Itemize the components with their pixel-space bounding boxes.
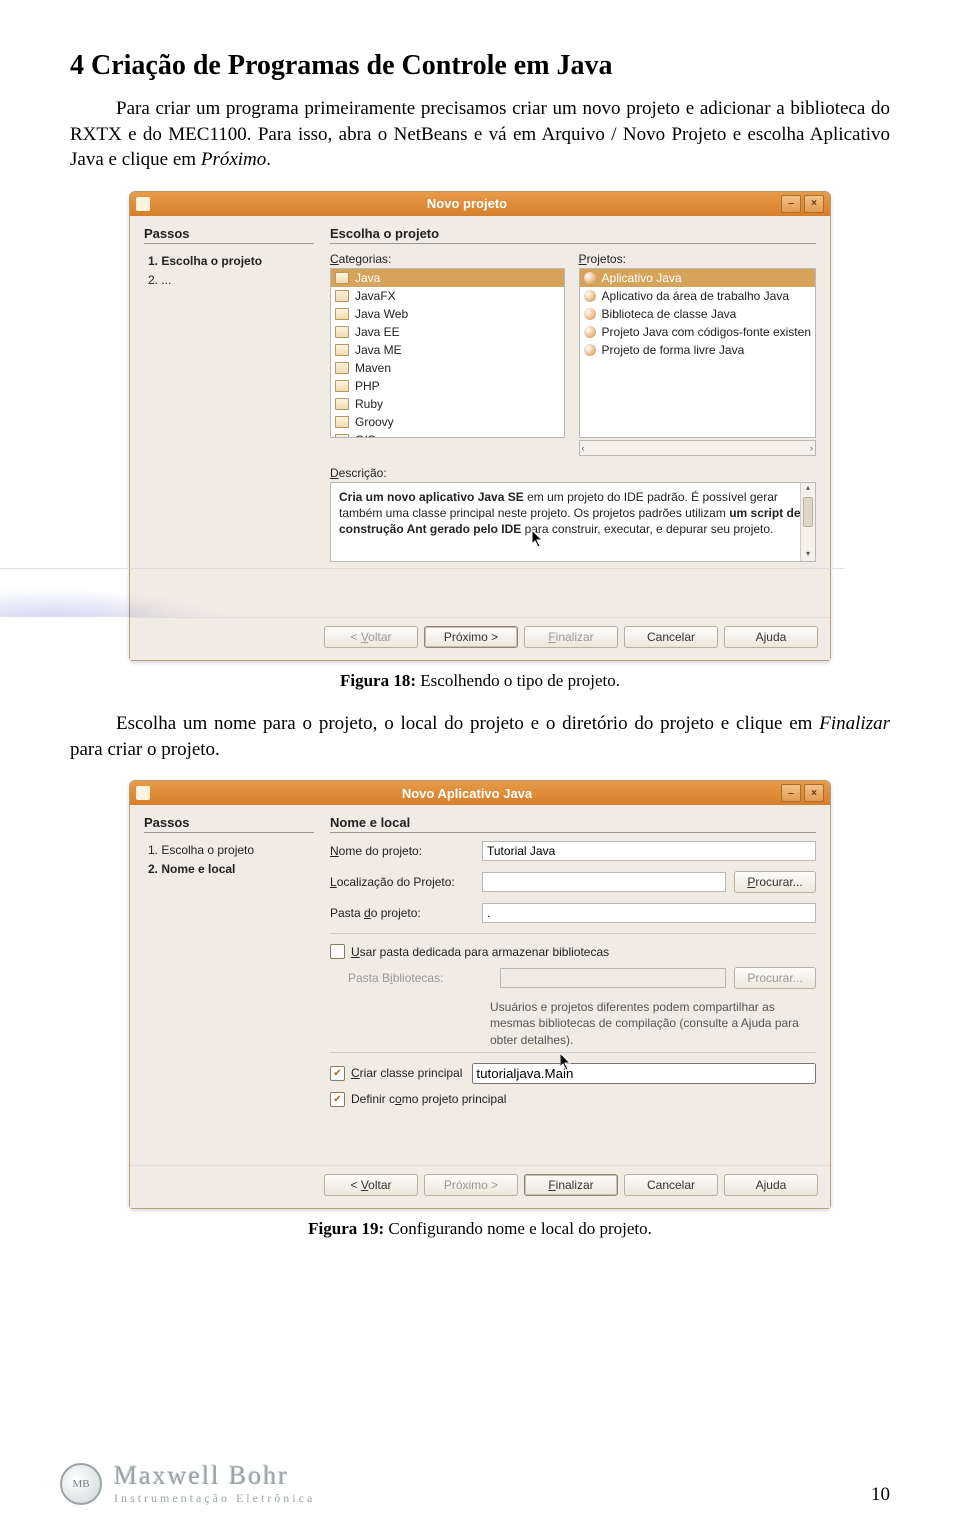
project-location-label: Localização do Projeto: bbox=[330, 875, 474, 889]
folder-icon bbox=[335, 434, 349, 438]
create-main-label: Criar classe principal bbox=[351, 1066, 462, 1080]
titlebar[interactable]: Novo projeto – × bbox=[130, 192, 830, 216]
content-heading: Escolha o projeto bbox=[330, 226, 816, 244]
titlebar[interactable]: Novo Aplicativo Java – × bbox=[130, 781, 830, 805]
set-main-project-checkbox[interactable] bbox=[330, 1092, 345, 1107]
brand-subtitle: Instrumentação Eletrônica bbox=[114, 1491, 315, 1506]
new-project-dialog: Novo projeto – × Passos 1. Escolha o pro… bbox=[129, 191, 831, 661]
folder-icon bbox=[335, 308, 349, 320]
browse-button-disabled: Procurar... bbox=[734, 967, 816, 989]
project-folder-input[interactable] bbox=[482, 903, 816, 923]
project-folder-label: Pasta do projeto: bbox=[330, 906, 474, 920]
list-item: Java ME bbox=[331, 341, 564, 359]
project-name-label: Nome do projeto: bbox=[330, 844, 474, 858]
separator bbox=[330, 933, 816, 934]
steps-list: 1. Escolha o projeto 2. ... bbox=[144, 252, 314, 290]
folder-icon bbox=[335, 416, 349, 428]
brand-name: Maxwell Bohr bbox=[114, 1461, 315, 1491]
list-item: Aplicativo da área de trabalho Java bbox=[580, 287, 815, 305]
java-icon bbox=[584, 272, 596, 284]
finish-button[interactable]: Finalizar bbox=[524, 1174, 618, 1196]
minimize-icon[interactable]: – bbox=[781, 784, 801, 802]
browse-button[interactable]: Procurar... bbox=[734, 871, 816, 893]
help-button[interactable]: Ajuda bbox=[724, 626, 818, 648]
new-application-dialog: Novo Aplicativo Java – × Passos 1. Escol… bbox=[129, 780, 831, 1209]
projects-list[interactable]: Aplicativo Java Aplicativo da área de tr… bbox=[579, 268, 816, 438]
list-item: Maven bbox=[331, 359, 564, 377]
section-heading: 4 Criação de Programas de Controle em Ja… bbox=[70, 50, 890, 82]
figure-caption-19: Figura 19: Configurando nome e local do … bbox=[70, 1219, 890, 1239]
categories-list[interactable]: Java JavaFX Java Web Java EE Java ME Mav… bbox=[330, 268, 565, 438]
horizontal-scrollbar[interactable]: ‹› bbox=[579, 440, 816, 456]
description-text: Cria um novo aplicativo Java SE em um pr… bbox=[330, 482, 816, 562]
intro-paragraph-2: Escolha um nome para o projeto, o local … bbox=[70, 711, 890, 762]
decorative-wave bbox=[0, 568, 844, 617]
steps-list: 1. Escolha o projeto 2. Nome e local bbox=[144, 841, 314, 879]
folder-icon bbox=[335, 326, 349, 338]
next-button: Próximo > bbox=[424, 1174, 518, 1196]
list-item: Java EE bbox=[331, 323, 564, 341]
project-location-input[interactable] bbox=[482, 872, 726, 892]
list-item: Projeto Java com códigos-fonte existen bbox=[580, 323, 815, 341]
folder-icon bbox=[335, 344, 349, 356]
java-icon bbox=[584, 344, 596, 356]
folder-icon bbox=[335, 362, 349, 374]
finish-button: Finalizar bbox=[524, 626, 618, 648]
folder-icon bbox=[335, 290, 349, 302]
back-button: < Voltar bbox=[324, 626, 418, 648]
vertical-scrollbar[interactable]: ▴ ▾ bbox=[800, 483, 815, 561]
steps-heading: Passos bbox=[144, 815, 314, 833]
create-main-checkbox[interactable] bbox=[330, 1066, 345, 1081]
close-icon[interactable]: × bbox=[804, 195, 824, 213]
lib-note: Usuários e projetos diferentes podem com… bbox=[490, 999, 816, 1048]
window-title: Novo projeto bbox=[156, 196, 778, 211]
list-item: Biblioteca de classe Java bbox=[580, 305, 815, 323]
window-title: Novo Aplicativo Java bbox=[156, 786, 778, 801]
dedicated-folder-checkbox[interactable] bbox=[330, 944, 345, 959]
project-name-input[interactable] bbox=[482, 841, 816, 861]
steps-heading: Passos bbox=[144, 226, 314, 244]
main-class-input[interactable] bbox=[472, 1063, 816, 1084]
list-item: JavaFX bbox=[331, 287, 564, 305]
folder-icon bbox=[335, 398, 349, 410]
folder-icon bbox=[335, 272, 349, 284]
dedicated-folder-label: Usar pasta dedicada para armazenar bibli… bbox=[351, 945, 609, 959]
minimize-icon[interactable]: – bbox=[781, 195, 801, 213]
brand-badge-icon: MB bbox=[60, 1463, 102, 1505]
cancel-button[interactable]: Cancelar bbox=[624, 626, 718, 648]
intro-paragraph-1: Para criar um programa primeiramente pre… bbox=[70, 96, 890, 173]
java-icon bbox=[584, 308, 596, 320]
app-icon bbox=[136, 786, 150, 800]
lib-folder-input bbox=[500, 968, 726, 988]
java-icon bbox=[584, 290, 596, 302]
description-label: Descrição: bbox=[330, 466, 816, 480]
java-icon bbox=[584, 326, 596, 338]
categories-label: Categorias: bbox=[330, 252, 565, 266]
list-item: C/C++ bbox=[331, 431, 564, 438]
list-item: Ruby bbox=[331, 395, 564, 413]
projects-label: Projetos: bbox=[579, 252, 816, 266]
cancel-button[interactable]: Cancelar bbox=[624, 1174, 718, 1196]
next-button[interactable]: Próximo > bbox=[424, 626, 518, 648]
close-icon[interactable]: × bbox=[804, 784, 824, 802]
content-heading: Nome e local bbox=[330, 815, 816, 833]
separator bbox=[330, 1052, 816, 1053]
list-item: Java Web bbox=[331, 305, 564, 323]
page-number: 10 bbox=[871, 1484, 890, 1506]
list-item: Groovy bbox=[331, 413, 564, 431]
list-item: PHP bbox=[331, 377, 564, 395]
list-item: Aplicativo Java bbox=[580, 269, 815, 287]
lib-folder-label: Pasta Bibliotecas: bbox=[348, 971, 492, 985]
help-button[interactable]: Ajuda bbox=[724, 1174, 818, 1196]
list-item: Java bbox=[331, 269, 564, 287]
list-item: Projeto de forma livre Java bbox=[580, 341, 815, 359]
figure-caption-18: Figura 18: Escolhendo o tipo de projeto. bbox=[70, 671, 890, 691]
set-main-project-label: Definir como projeto principal bbox=[351, 1092, 506, 1106]
brand-footer: MB Maxwell Bohr Instrumentação Eletrônic… bbox=[60, 1461, 315, 1506]
app-icon bbox=[136, 197, 150, 211]
back-button[interactable]: < Voltar bbox=[324, 1174, 418, 1196]
folder-icon bbox=[335, 380, 349, 392]
